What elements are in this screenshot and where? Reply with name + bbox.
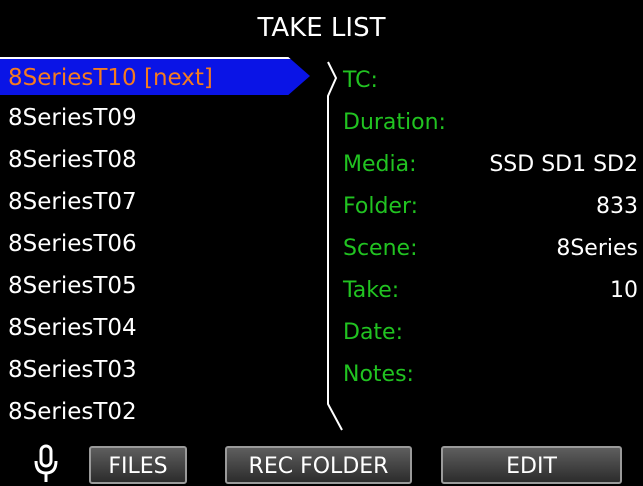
info-row-duration: Duration: xyxy=(343,104,643,142)
screen-title: TAKE LIST xyxy=(257,13,386,43)
scene-label: Scene: xyxy=(343,236,418,261)
take-item[interactable]: 8SeriesT06 xyxy=(0,225,137,263)
bottom-toolbar: FILES REC FOLDER EDIT xyxy=(0,438,643,485)
media-label: Media: xyxy=(343,152,417,177)
tc-label: TC: xyxy=(343,68,378,93)
microphone-icon[interactable] xyxy=(32,444,60,484)
take-item[interactable]: 8SeriesT09 xyxy=(0,99,137,137)
info-row-tc: TC: xyxy=(343,62,643,100)
scene-value: 8Series xyxy=(556,236,638,261)
info-row-media: Media: SSD SD1 SD2 xyxy=(343,146,643,184)
media-value: SSD SD1 SD2 xyxy=(489,152,638,177)
date-label: Date: xyxy=(343,320,403,345)
take-item[interactable]: 8SeriesT05 xyxy=(0,267,137,305)
take-label: Take: xyxy=(343,278,400,303)
folder-label: Folder: xyxy=(343,194,419,219)
take-value: 10 xyxy=(610,278,638,303)
edit-button[interactable]: EDIT xyxy=(441,446,622,484)
take-item[interactable]: 8SeriesT07 xyxy=(0,183,137,221)
take-item[interactable]: 8SeriesT08 xyxy=(0,141,137,179)
take-item[interactable]: 8SeriesT03 xyxy=(0,351,137,389)
rec-folder-button[interactable]: REC FOLDER xyxy=(225,446,412,484)
notes-label: Notes: xyxy=(343,362,414,387)
files-button[interactable]: FILES xyxy=(89,446,187,484)
take-item[interactable]: 8SeriesT02 xyxy=(0,393,137,431)
duration-label: Duration: xyxy=(343,110,446,135)
info-row-scene: Scene: 8Series xyxy=(343,230,643,268)
take-item-selected[interactable]: 8SeriesT10 [next] xyxy=(0,57,310,95)
info-row-take: Take: 10 xyxy=(343,272,643,310)
info-row-date: Date: xyxy=(343,314,643,352)
info-row-folder: Folder: 833 xyxy=(343,188,643,226)
take-item[interactable]: 8SeriesT04 xyxy=(0,309,137,347)
folder-value: 833 xyxy=(596,194,638,219)
info-row-notes: Notes: xyxy=(343,356,643,394)
